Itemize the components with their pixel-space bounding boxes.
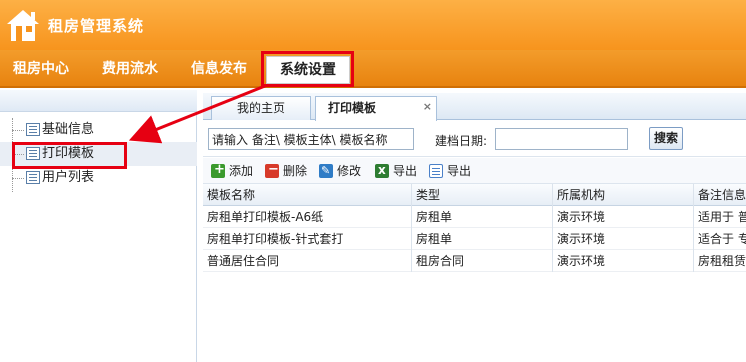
column-header[interactable]: 类型 <box>412 184 553 206</box>
highlight-box-nav <box>261 51 354 87</box>
excel-icon <box>375 161 389 179</box>
table-cell: 房租单打印模板-A6纸 <box>203 206 412 228</box>
table-cell: 演示环境 <box>553 206 694 228</box>
search-button[interactable]: 搜索 <box>649 127 683 150</box>
list-icon <box>26 171 40 184</box>
sidebar-header <box>0 90 197 112</box>
table-row[interactable]: 房租单打印模板-针式套打 房租单 演示环境 适合于 专 <box>203 228 746 250</box>
column-header[interactable]: 所属机构 <box>553 184 694 206</box>
export-excel-button[interactable]: 导出 <box>373 161 418 180</box>
tab-home[interactable]: 我的主页 <box>211 96 311 120</box>
export-label: 导出 <box>393 164 418 178</box>
app-header: 租房管理系统 <box>0 0 746 50</box>
add-button[interactable]: 添加 <box>209 161 254 180</box>
highlight-box-sidebar <box>12 142 127 169</box>
sidebar-item-user-list[interactable]: 用户列表 <box>0 166 197 190</box>
sidebar: 基础信息 打印模板 用户列表 <box>0 90 197 362</box>
table-row[interactable]: 普通居住合同 租房合同 演示环境 房租租赁 <box>203 250 746 272</box>
list-icon <box>26 123 40 136</box>
table-cell: 房租单打印模板-针式套打 <box>203 228 412 250</box>
nav-item-info-publish[interactable]: 信息发布 <box>176 50 262 88</box>
column-header[interactable]: 备注信息 <box>694 184 746 206</box>
column-header[interactable]: 模板名称 <box>203 184 412 206</box>
document-icon <box>429 164 443 178</box>
export-doc-button[interactable]: 导出 <box>427 162 471 180</box>
delete-icon <box>265 161 279 179</box>
main-panel: 我的主页 打印模板 × 建档日期: 搜索 添加 删除 修改 <box>203 93 746 362</box>
sidebar-item-label: 基础信息 <box>42 122 95 137</box>
delete-button[interactable]: 删除 <box>263 161 308 180</box>
table-row[interactable]: 房租单打印模板-A6纸 房租单 演示环境 适用于 普 <box>203 206 746 228</box>
main-nav: 租房中心 费用流水 信息发布 系统设置 <box>0 50 746 88</box>
edit-button[interactable]: 修改 <box>317 162 361 180</box>
table-cell: 租房合同 <box>412 250 553 272</box>
toolbar: 添加 删除 修改 导出 导出 <box>203 158 746 184</box>
tab-bar: 我的主页 打印模板 × <box>203 93 746 121</box>
date-label: 建档日期: <box>435 134 488 148</box>
table-cell: 房租租赁 <box>698 254 746 268</box>
delete-label: 删除 <box>283 164 308 178</box>
nav-item-fee-flow[interactable]: 费用流水 <box>86 50 174 88</box>
sidebar-item-basic-info[interactable]: 基础信息 <box>0 118 197 142</box>
date-field[interactable] <box>495 128 628 150</box>
nav-item-rent-center[interactable]: 租房中心 <box>0 50 82 88</box>
sidebar-item-label: 用户列表 <box>42 170 95 185</box>
export-label: 导出 <box>447 164 472 178</box>
add-icon <box>211 161 225 179</box>
app-title: 租房管理系统 <box>48 17 145 35</box>
table-cell: 适用于 普 <box>698 210 746 224</box>
table-cell: 房租单 <box>412 228 553 250</box>
template-table: 模板名称 类型 所属机构 备注信息 房租单打印模板-A6纸 房租单 演示环境 适… <box>203 184 746 272</box>
add-label: 添加 <box>229 164 254 178</box>
search-bar: 建档日期: 搜索 <box>203 121 746 157</box>
search-input[interactable] <box>208 128 414 150</box>
table-cell: 普通居住合同 <box>203 250 412 272</box>
table-cell: 演示环境 <box>553 228 694 250</box>
house-icon <box>4 6 42 44</box>
tab-label: 打印模板 <box>328 101 377 115</box>
table-cell: 演示环境 <box>553 250 694 272</box>
edit-label: 修改 <box>337 164 362 178</box>
close-icon[interactable]: × <box>423 96 432 118</box>
edit-icon <box>319 162 333 180</box>
table-cell: 适合于 专 <box>698 232 746 246</box>
table-cell: 房租单 <box>412 206 553 228</box>
table-header: 模板名称 类型 所属机构 备注信息 <box>203 184 746 206</box>
tab-print-template[interactable]: 打印模板 × <box>315 96 437 121</box>
